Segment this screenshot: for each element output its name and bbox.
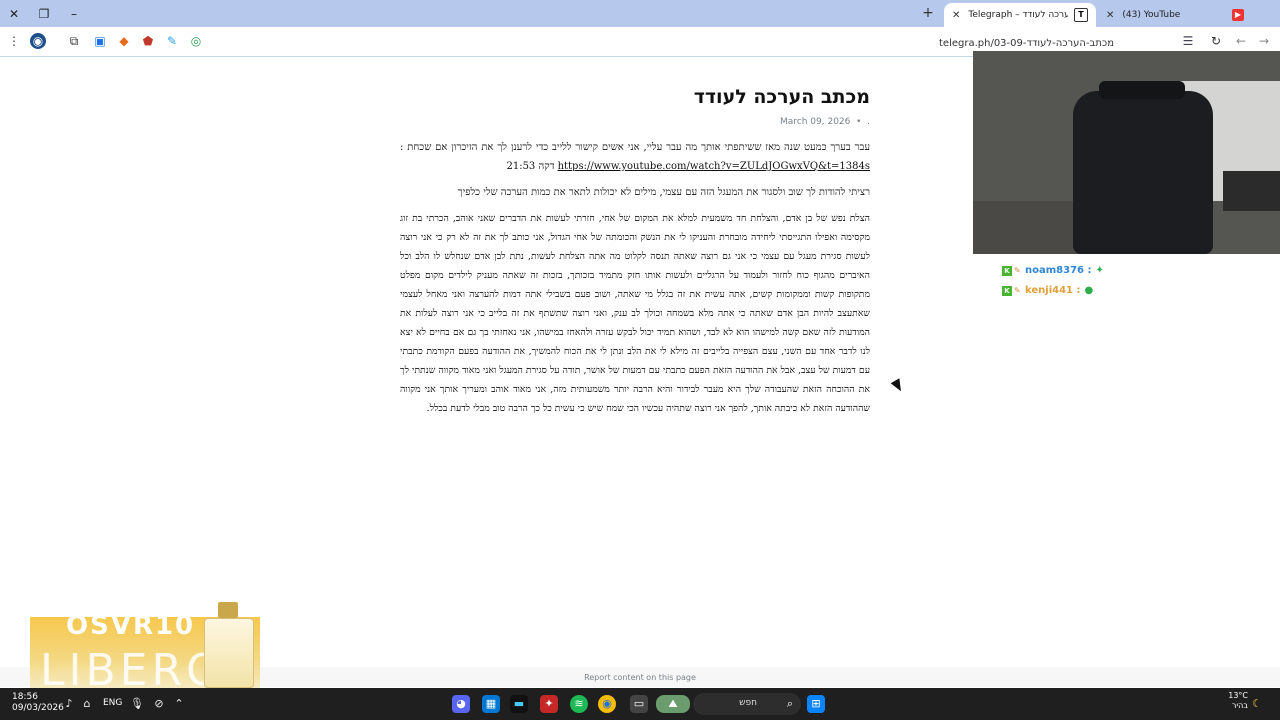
tab-title: (43) YouTube <box>1122 10 1181 20</box>
spotify-icon[interactable]: ≋ <box>570 695 588 713</box>
extension-green-icon[interactable]: ◎ <box>188 33 204 49</box>
apps-grid-icon[interactable]: ▦ <box>482 695 500 713</box>
taskbar: 18:56 09/03/2026 ♪ ⌂ ENG 🎙 ⊘ ⌃ ◕ ▦ ▬ ✦ ≋… <box>0 688 1280 720</box>
weather-label: בהיר <box>1231 701 1248 710</box>
game-app-icon[interactable]: ✦ <box>540 695 558 713</box>
emote-icon: ✦ <box>1095 265 1104 276</box>
discord-icon[interactable]: ◕ <box>452 695 470 713</box>
article-meta: . • March 09, 2026 <box>780 117 870 127</box>
tab-telegraph[interactable]: T Telegraph – מכתב הערכה לעודד ✕ <box>944 3 1096 27</box>
tab-youtube[interactable]: ▶ (43) YouTube ✕ <box>1098 3 1252 27</box>
sub-badge-icon: ✎ <box>1014 285 1021 295</box>
promo-brand: LIBERO <box>40 645 225 690</box>
perfume-bottle <box>204 602 254 688</box>
windows-start-icon[interactable]: ⊞ <box>807 695 825 713</box>
clock-date: 09/03/2026 <box>12 703 64 713</box>
webcam-shelf <box>1223 171 1280 211</box>
pip-window-icon[interactable]: ▣ <box>92 33 108 49</box>
dot-separator: . • <box>850 117 870 127</box>
tab-strip: ✕ ❐ – + T Telegraph – מכתב הערכה לעודד ✕… <box>0 0 1280 27</box>
tab-close-icon[interactable]: ✕ <box>1106 10 1114 21</box>
new-tab-button[interactable]: + <box>920 5 936 21</box>
address-bar[interactable]: telegra.ph/03-09-מכתב-הערכה-לעודד <box>212 30 1202 52</box>
bottle-cap <box>218 602 238 618</box>
profile-avatar-icon[interactable]: ◉ <box>30 33 46 49</box>
terminal-icon[interactable]: ▬ <box>510 695 528 713</box>
network-icon[interactable]: ⌂ <box>80 697 94 711</box>
tab-close-icon[interactable]: ✕ <box>952 10 960 21</box>
mute-notify-icon[interactable]: ⊘ <box>152 697 166 711</box>
mouse-cursor-icon <box>890 378 906 394</box>
minimize-window-icon[interactable]: – <box>64 4 84 24</box>
back-icon[interactable]: → <box>1256 33 1272 49</box>
menu-dots-icon[interactable]: ⋮ <box>6 33 22 49</box>
extensions-puzzle-icon[interactable]: ⧉ <box>66 33 82 49</box>
restore-window-icon[interactable]: ❐ <box>34 4 54 24</box>
chair-headrest <box>1099 81 1185 99</box>
kick-badge-icon: K <box>1002 285 1012 296</box>
page-title: מכתב הערכה לעודד <box>693 86 870 108</box>
youtube-link[interactable]: https://www.youtube.com/watch?v=ZULdJOGw… <box>558 161 870 172</box>
system-clock[interactable]: 18:56 09/03/2026 <box>12 692 64 714</box>
moon-weather-icon: ☾ <box>1252 697 1262 710</box>
promo-code: OSVR10 <box>66 617 196 641</box>
search-placeholder: חפש <box>739 698 757 708</box>
tab-title: Telegraph – מכתב הערכה לעודד <box>968 10 1068 20</box>
youtube-favicon-icon: ▶ <box>1232 9 1244 21</box>
telegraph-favicon-icon: T <box>1074 8 1088 22</box>
emote-icon: ● <box>1084 285 1094 296</box>
chevron-up-icon[interactable]: ⌃ <box>172 697 186 711</box>
volume-icon[interactable]: ♪ <box>62 697 76 711</box>
chat-username: kenji441 : <box>1025 285 1081 296</box>
webcam-overlay <box>973 51 1280 254</box>
language-indicator[interactable]: ENG <box>103 698 122 708</box>
paragraph-body: הצלת נפש של בן אדם, והצלחת חד משמעית למל… <box>400 213 870 414</box>
chat-message: K ✎ kenji441 : ● <box>1002 285 1093 296</box>
chrome-icon[interactable]: ◉ <box>598 695 616 713</box>
weather-widget[interactable]: 13°C בהיר <box>1228 691 1248 711</box>
paragraph-text: עבר בערך כמעט שנה מאז ששיתפתי אותך מה עב… <box>400 142 870 153</box>
site-settings-icon[interactable]: ☰ <box>1180 33 1196 49</box>
paragraph-text: דקה 21:53 <box>506 161 555 172</box>
forward-icon[interactable]: ← <box>1233 33 1249 49</box>
close-window-icon[interactable]: ✕ <box>4 4 24 24</box>
file-explorer-icon[interactable]: ▭ <box>630 695 648 713</box>
article-date: March 09, 2026 <box>780 117 851 127</box>
extension-translate-icon[interactable]: ✎ <box>164 33 180 49</box>
chat-message: K ✎ noam8376 : ✦ <box>1002 265 1104 276</box>
microphone-icon[interactable]: 🎙 <box>130 697 144 711</box>
sub-badge-icon: ✎ <box>1014 265 1021 275</box>
extension-orange-icon[interactable]: ◆ <box>116 33 132 49</box>
paragraph-thanks: רציתי להודות לך שוב ולסגור את המעגל הזה … <box>457 187 870 198</box>
paragraph-intro: עבר בערך כמעט שנה מאז ששיתפתי אותך מה עב… <box>400 138 870 176</box>
reload-icon[interactable]: ↻ <box>1208 33 1224 49</box>
extension-shield-icon[interactable]: ⬟ <box>140 33 156 49</box>
kick-badge-icon: K <box>1002 265 1012 276</box>
weather-temp: 13°C <box>1228 691 1248 700</box>
search-icon: ⌕ <box>786 697 793 710</box>
gaming-chair <box>1073 91 1213 254</box>
chat-username: noam8376 : <box>1025 265 1092 276</box>
bottle-body <box>204 618 254 688</box>
url-text[interactable]: telegra.ph/03-09-מכתב-הערכה-לעודד <box>939 38 1114 49</box>
clock-time: 18:56 <box>12 692 38 702</box>
search-highlight-icon[interactable]: ⛰ <box>656 695 690 713</box>
taskbar-search[interactable]: ⌕ חפש <box>693 693 801 715</box>
